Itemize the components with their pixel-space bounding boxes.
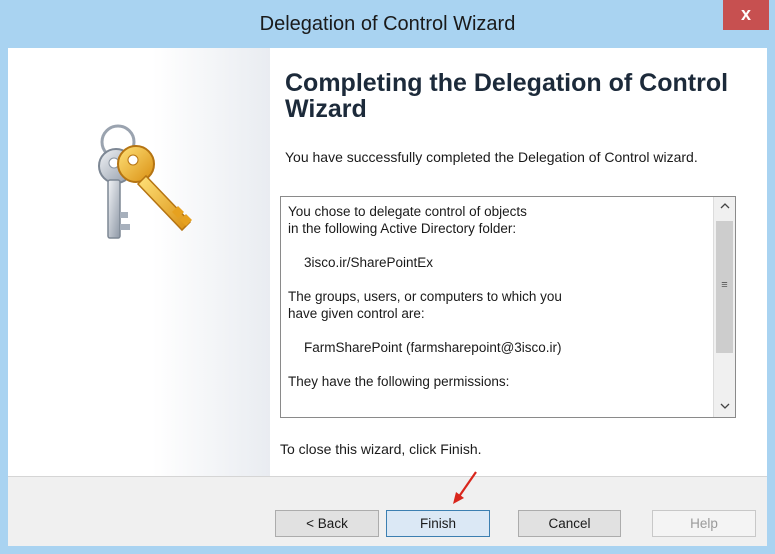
button-bar: < Back Finish Cancel Help: [8, 477, 767, 546]
wizard-window: Delegation of Control Wizard x Completin…: [0, 0, 775, 554]
finish-instruction: To close this wizard, click Finish.: [280, 441, 482, 457]
window-title: Delegation of Control Wizard: [259, 13, 516, 35]
title-bar[interactable]: Delegation of Control Wizard x: [0, 0, 775, 48]
summary-content: You chose to delegate control of objects…: [288, 203, 698, 390]
summary-line: They have the following permissions:: [288, 374, 510, 389]
summary-textbox[interactable]: You chose to delegate control of objects…: [280, 196, 736, 418]
summary-line: have given control are:: [288, 306, 425, 321]
summary-line: You chose to delegate control of objects: [288, 204, 527, 219]
scroll-down-icon[interactable]: [714, 397, 735, 417]
summary-line: The groups, users, or computers to which…: [288, 289, 562, 304]
finish-button[interactable]: Finish: [386, 510, 490, 537]
cancel-button[interactable]: Cancel: [518, 510, 621, 537]
wizard-banner: [8, 48, 270, 476]
back-button[interactable]: < Back: [275, 510, 379, 537]
scroll-grip-icon: ≡: [721, 279, 728, 291]
scroll-thumb[interactable]: ≡: [716, 221, 733, 353]
page-heading: Completing the Delegation of Control Wiz…: [285, 69, 729, 123]
summary-line: in the following Active Directory folder…: [288, 221, 517, 236]
wizard-body: Completing the Delegation of Control Wiz…: [8, 48, 767, 546]
vertical-scrollbar[interactable]: ≡: [713, 197, 735, 417]
help-button[interactable]: Help: [652, 510, 756, 537]
close-button[interactable]: x: [723, 0, 769, 30]
red-arrow-icon: [453, 471, 477, 504]
principal-name: FarmSharePoint (farmsharepoint@3isco.ir): [304, 340, 562, 355]
scroll-up-icon[interactable]: [714, 197, 735, 217]
intro-text: You have successfully completed the Dele…: [285, 149, 698, 165]
keys-icon: [98, 124, 192, 239]
folder-path: 3isco.ir/SharePointEx: [304, 255, 434, 270]
